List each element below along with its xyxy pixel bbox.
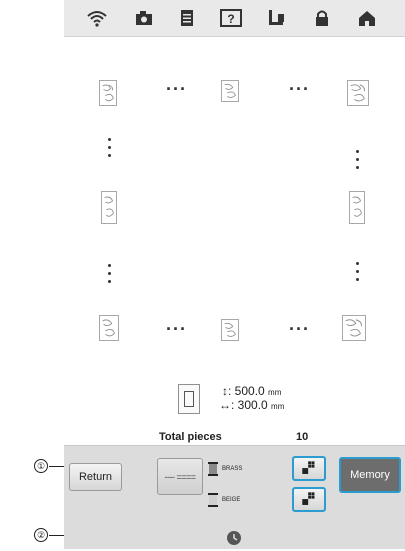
bottom-control-bar: Return ---- ==== BRASS BEIGE Memory — [64, 445, 405, 549]
ellipsis-vertical — [108, 138, 112, 162]
callout-1: ① — [34, 459, 48, 473]
thread-icon[interactable] — [266, 8, 288, 28]
spool-icon — [208, 493, 218, 507]
thread-1-label: BRASS — [222, 466, 243, 472]
color-shuffle-button-1[interactable] — [292, 456, 326, 481]
pattern-tile — [221, 319, 239, 341]
frame-thumbnail — [178, 384, 200, 414]
total-pieces-label: Total pieces — [159, 431, 222, 443]
ellipsis-horizontal: ··· — [166, 319, 187, 339]
camera-icon[interactable] — [133, 8, 155, 28]
width-dimension: ↔: 300.0 mm — [219, 398, 285, 412]
pattern-tile — [101, 191, 117, 224]
memory-button[interactable]: Memory — [339, 457, 401, 493]
ellipsis-horizontal: ··· — [166, 79, 187, 99]
help-icon[interactable]: ? — [219, 8, 243, 28]
document-icon[interactable] — [176, 8, 198, 28]
height-dimension: ↕: 500.0 mm — [222, 384, 282, 398]
top-toolbar: ? — [64, 0, 405, 37]
thread-2-label: BEIGE — [222, 497, 241, 503]
color-shuffle-button-2[interactable] — [292, 487, 326, 512]
pattern-tile — [347, 80, 369, 106]
pattern-tile — [99, 80, 117, 106]
svg-text:?: ? — [227, 12, 234, 26]
ellipsis-vertical — [356, 262, 360, 286]
ellipsis-vertical — [356, 150, 360, 174]
home-icon[interactable] — [356, 8, 378, 28]
pattern-tile — [349, 191, 365, 224]
border-layout-preview: ··· ··· ··· ··· ↕: 500.0 mm ↔: 300.0 mm — [64, 38, 405, 434]
return-button[interactable]: Return — [69, 463, 122, 491]
thread-color-2: BEIGE — [208, 491, 284, 509]
ellipsis-vertical — [108, 264, 112, 288]
clock-icon — [226, 530, 242, 546]
spool-icon — [208, 462, 218, 476]
pattern-tile — [342, 315, 366, 341]
total-pieces-value: 10 — [296, 431, 309, 443]
pattern-tile — [99, 315, 119, 341]
ellipsis-horizontal: ··· — [289, 319, 310, 339]
callout-2: ② — [34, 528, 48, 542]
machine-screen: ? ··· ··· ··· ··· ↕: 500.0 mm ↔: 300.0 m… — [64, 0, 405, 549]
ellipsis-horizontal: ··· — [289, 79, 310, 99]
thread-color-1: BRASS — [208, 460, 284, 478]
thread-cut-setting-button[interactable]: ---- ==== — [157, 458, 203, 495]
wifi-icon[interactable] — [86, 8, 108, 28]
lock-icon[interactable] — [311, 8, 333, 28]
pattern-tile — [221, 80, 239, 102]
